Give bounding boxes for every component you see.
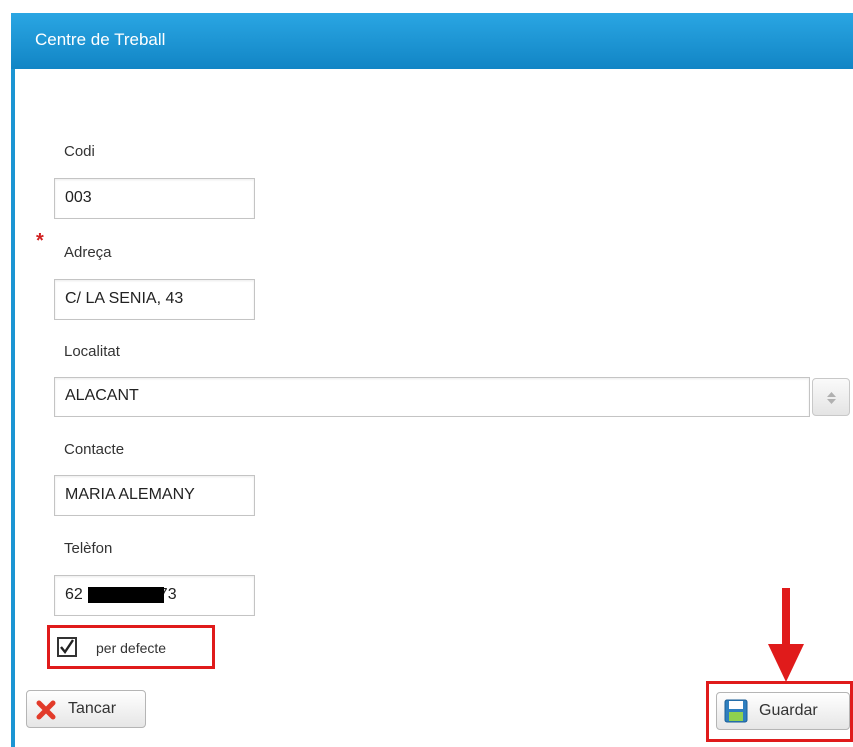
localitat-value: ALACANT — [65, 387, 139, 404]
adreca-value: C/ LA SENIA, 43 — [65, 290, 184, 307]
per-defecte-checkbox[interactable] — [57, 637, 77, 657]
tancar-label: Tancar — [68, 700, 117, 717]
dialog-title: Centre de Treball — [35, 30, 166, 49]
contacte-value: MARIA ALEMANY — [65, 486, 195, 503]
codi-input[interactable]: 003 — [54, 178, 255, 219]
page-edge — [0, 0, 11, 747]
required-asterisk-icon: * — [36, 230, 44, 252]
guardar-button[interactable]: Guardar — [716, 692, 850, 730]
up-down-arrows-icon — [827, 392, 836, 404]
dialog-titlebar: Centre de Treball — [11, 13, 853, 69]
contacte-label: Contacte — [64, 441, 125, 458]
contacte-input[interactable]: MARIA ALEMANY — [54, 475, 255, 516]
checkmark-icon — [60, 639, 74, 655]
codi-value: 003 — [65, 189, 92, 206]
guardar-highlight: Guardar — [706, 681, 853, 742]
localitat-label: Localitat — [64, 343, 120, 360]
telefon-value-prefix: 62 — [65, 586, 83, 603]
localitat-spinner-button[interactable] — [812, 378, 850, 416]
red-arrow-annotation-icon — [768, 588, 804, 682]
guardar-label: Guardar — [759, 702, 818, 719]
telefon-label: Telèfon — [64, 540, 113, 557]
tancar-button[interactable]: Tancar — [26, 690, 146, 728]
redaction-bar — [88, 587, 164, 603]
floppy-disk-icon — [724, 699, 748, 723]
per-defecte-highlight: per defecte — [47, 625, 215, 669]
close-x-icon — [36, 700, 56, 720]
adreca-input[interactable]: C/ LA SENIA, 43 — [54, 279, 255, 320]
codi-label: Codi — [64, 143, 95, 160]
localitat-select[interactable]: ALACANT — [54, 377, 810, 417]
adreca-label: Adreça — [64, 244, 112, 261]
per-defecte-label: per defecte — [96, 640, 167, 656]
